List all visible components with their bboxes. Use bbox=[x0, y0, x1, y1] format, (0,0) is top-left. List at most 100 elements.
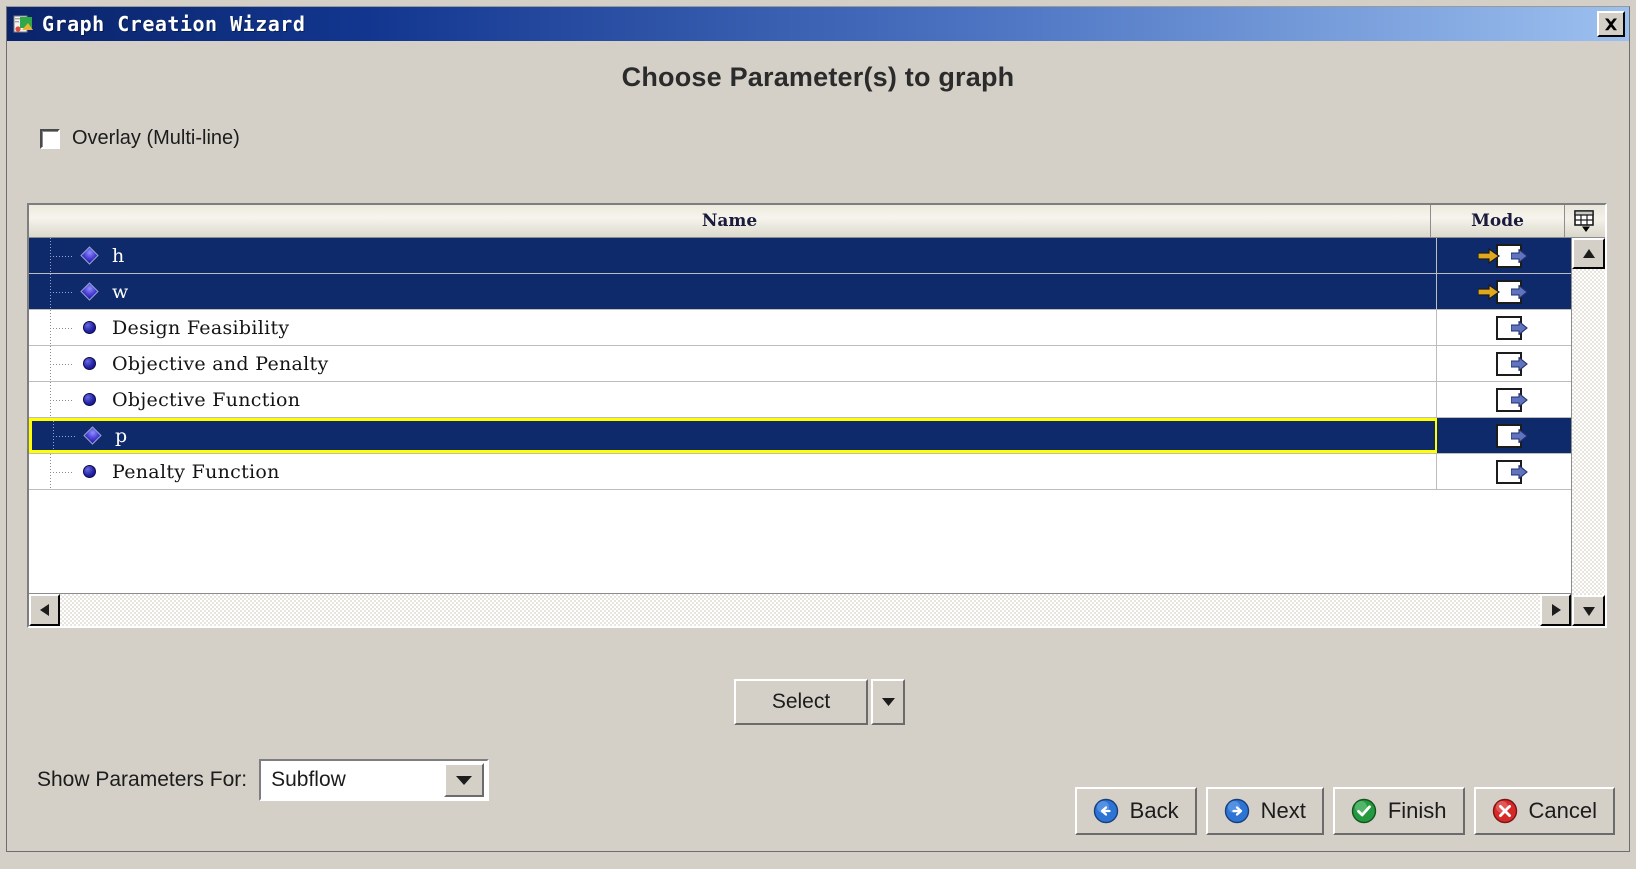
row-label: Penalty Function bbox=[112, 460, 280, 483]
mode-gold-blue-arrow-icon bbox=[1478, 279, 1530, 305]
finish-button-label: Finish bbox=[1387, 798, 1447, 823]
table-rows: h w Design Feasibility Objective and Pen… bbox=[29, 238, 1571, 593]
mode-blue-arrow-icon bbox=[1478, 459, 1530, 485]
row-label: w bbox=[112, 280, 129, 303]
row-label: h bbox=[112, 244, 125, 267]
row-mode-cell[interactable] bbox=[1437, 274, 1571, 309]
table-row[interactable]: h bbox=[29, 238, 1571, 274]
row-label: Objective and Penalty bbox=[112, 352, 329, 375]
column-header-mode[interactable]: Mode bbox=[1431, 205, 1565, 237]
row-name-cell[interactable]: h bbox=[29, 238, 1437, 273]
horizontal-scroll-track[interactable] bbox=[60, 594, 1540, 626]
table-row[interactable]: Design Feasibility bbox=[29, 310, 1571, 346]
row-label: Design Feasibility bbox=[112, 316, 290, 339]
arrow-right-circle-icon bbox=[1224, 798, 1250, 824]
graph-creation-wizard-window: Graph Creation Wizard Choose Parameter(s… bbox=[0, 0, 1636, 869]
x-circle-icon bbox=[1492, 798, 1518, 824]
page-title: Choose Parameter(s) to graph bbox=[621, 62, 1015, 92]
tree-connector-icon bbox=[43, 274, 79, 309]
close-icon bbox=[1605, 18, 1617, 30]
overlay-checkbox[interactable] bbox=[40, 128, 60, 149]
finish-button[interactable]: Finish bbox=[1332, 787, 1465, 835]
mode-blue-arrow-icon bbox=[1478, 315, 1530, 341]
table-row[interactable]: Penalty Function bbox=[29, 454, 1571, 490]
row-mode-cell[interactable] bbox=[1437, 382, 1571, 417]
show-parameters-for-value: Subflow bbox=[271, 768, 346, 791]
table-header-row: Name Mode bbox=[29, 205, 1605, 238]
select-split-button: Select bbox=[734, 679, 905, 725]
check-circle-icon bbox=[1351, 798, 1377, 824]
node-diamond-icon bbox=[79, 246, 99, 266]
row-mode-cell[interactable] bbox=[1437, 238, 1571, 273]
show-parameters-for-dropdown-button[interactable] bbox=[444, 763, 485, 797]
row-name-cell[interactable]: Objective and Penalty bbox=[29, 346, 1437, 381]
next-button[interactable]: Next bbox=[1205, 787, 1324, 835]
node-circle-icon bbox=[79, 354, 99, 374]
row-label: p bbox=[115, 424, 128, 447]
triangle-right-icon bbox=[1551, 604, 1561, 616]
select-dropdown-button[interactable] bbox=[871, 679, 905, 725]
vertical-scroll-track[interactable] bbox=[1572, 269, 1605, 595]
table-body-area: h w Design Feasibility Objective and Pen… bbox=[29, 238, 1605, 626]
mode-blue-arrow-icon bbox=[1478, 423, 1530, 449]
node-diamond-icon bbox=[79, 282, 99, 302]
node-circle-icon bbox=[79, 462, 99, 482]
row-name-cell[interactable]: p bbox=[29, 418, 1437, 453]
back-button-label: Back bbox=[1129, 798, 1179, 823]
tree-connector-icon bbox=[43, 382, 79, 417]
window-frame: Graph Creation Wizard Choose Parameter(s… bbox=[6, 6, 1630, 852]
arrow-left-circle-icon bbox=[1093, 798, 1119, 824]
node-circle-icon bbox=[79, 390, 99, 410]
show-parameters-for-label: Show Parameters For: bbox=[37, 768, 248, 791]
overlay-checkbox-row: Overlay (Multi-line) bbox=[40, 127, 1629, 150]
table-row[interactable]: w bbox=[29, 274, 1571, 310]
title-bar[interactable]: Graph Creation Wizard bbox=[7, 7, 1629, 41]
tree-connector-icon bbox=[43, 238, 79, 273]
node-diamond-icon bbox=[82, 426, 102, 446]
scroll-up-button[interactable] bbox=[1572, 238, 1605, 269]
row-mode-cell[interactable] bbox=[1437, 346, 1571, 381]
row-name-cell[interactable]: w bbox=[29, 274, 1437, 309]
row-name-cell[interactable]: Design Feasibility bbox=[29, 310, 1437, 345]
scroll-right-button[interactable] bbox=[1540, 594, 1571, 626]
node-circle-icon bbox=[79, 318, 99, 338]
chevron-down-icon bbox=[881, 698, 895, 706]
show-parameters-for-row: Show Parameters For: Subflow bbox=[37, 759, 490, 801]
parameter-table: Name Mode h w Design Feasibility Objecti… bbox=[27, 203, 1607, 628]
row-mode-cell[interactable] bbox=[1437, 418, 1571, 453]
back-button[interactable]: Back bbox=[1074, 787, 1197, 835]
row-mode-cell[interactable] bbox=[1437, 454, 1571, 489]
scroll-left-button[interactable] bbox=[29, 594, 60, 626]
cancel-button[interactable]: Cancel bbox=[1473, 787, 1615, 835]
chevron-down-icon bbox=[456, 775, 473, 785]
cancel-button-label: Cancel bbox=[1528, 798, 1597, 823]
vertical-scrollbar[interactable] bbox=[1571, 238, 1605, 626]
table-settings-icon[interactable] bbox=[1565, 205, 1605, 237]
table-rows-column: h w Design Feasibility Objective and Pen… bbox=[29, 238, 1571, 626]
triangle-left-icon bbox=[39, 604, 49, 616]
table-row[interactable]: p bbox=[29, 418, 1571, 454]
select-button[interactable]: Select bbox=[734, 679, 868, 725]
mode-gold-blue-arrow-icon bbox=[1478, 243, 1530, 269]
row-name-cell[interactable]: Penalty Function bbox=[29, 454, 1437, 489]
tree-connector-icon bbox=[43, 310, 79, 345]
column-header-name[interactable]: Name bbox=[29, 205, 1431, 237]
mode-blue-arrow-icon bbox=[1478, 351, 1530, 377]
next-button-label: Next bbox=[1260, 798, 1306, 823]
triangle-up-icon bbox=[1582, 248, 1595, 258]
triangle-down-icon bbox=[1582, 606, 1595, 616]
overlay-checkbox-label: Overlay (Multi-line) bbox=[72, 127, 240, 149]
tree-connector-icon bbox=[43, 454, 79, 489]
horizontal-scrollbar[interactable] bbox=[29, 593, 1571, 626]
close-button[interactable] bbox=[1597, 11, 1625, 37]
table-row[interactable]: Objective and Penalty bbox=[29, 346, 1571, 382]
show-parameters-for-select[interactable]: Subflow bbox=[259, 759, 490, 801]
row-mode-cell[interactable] bbox=[1437, 310, 1571, 345]
scroll-down-button[interactable] bbox=[1572, 595, 1605, 626]
tree-connector-icon bbox=[43, 346, 79, 381]
mode-blue-arrow-icon bbox=[1478, 387, 1530, 413]
graph-wizard-icon bbox=[13, 13, 35, 35]
row-name-cell[interactable]: Objective Function bbox=[29, 382, 1437, 417]
dialog-body: Choose Parameter(s) to graph Overlay (Mu… bbox=[7, 41, 1629, 851]
table-row[interactable]: Objective Function bbox=[29, 382, 1571, 418]
